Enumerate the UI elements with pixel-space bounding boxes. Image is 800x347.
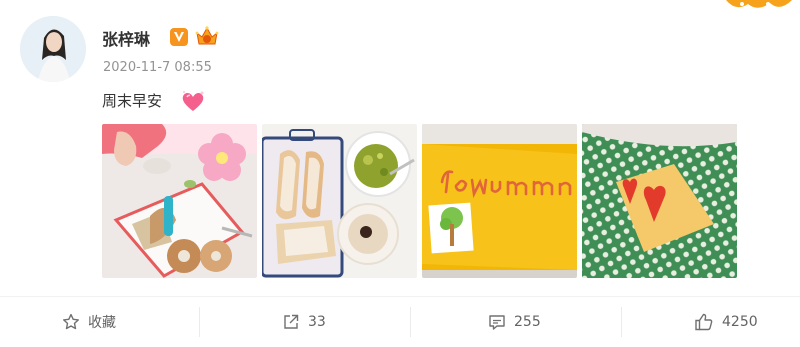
divider	[621, 307, 622, 337]
share-icon	[282, 313, 300, 331]
repost-count: 33	[308, 314, 326, 330]
comment-icon	[488, 313, 506, 331]
photo-breakfast-tray[interactable]	[102, 124, 257, 278]
favorite-button[interactable]: 收藏	[62, 297, 116, 347]
level-crown-icon[interactable]	[194, 24, 220, 48]
verified-v-icon[interactable]	[169, 27, 189, 47]
decorative-banner-fragment	[726, 0, 792, 8]
favorite-label: 收藏	[88, 315, 116, 331]
comment-count: 255	[514, 314, 541, 330]
star-icon	[62, 313, 80, 331]
avatar[interactable]	[20, 16, 86, 82]
divider	[199, 307, 200, 337]
post-text: 周末早安	[102, 92, 163, 110]
repost-button[interactable]: 33	[282, 297, 326, 347]
thumbs-up-icon	[694, 312, 714, 332]
divider	[410, 307, 411, 337]
like-count: 4250	[722, 314, 758, 330]
like-button[interactable]: 4250	[694, 297, 758, 347]
photo-heart-card[interactable]	[582, 124, 737, 278]
action-bar: 收藏 33 255 4250	[0, 296, 800, 347]
post-timestamp[interactable]: 2020-11-7 08:55	[103, 60, 212, 75]
username[interactable]: 张梓琳	[102, 26, 150, 50]
comment-button[interactable]: 255	[488, 297, 541, 347]
heart-emoji-icon	[182, 91, 204, 111]
photo-yellow-card[interactable]	[422, 124, 577, 278]
photo-bread-avocado[interactable]	[262, 124, 417, 278]
